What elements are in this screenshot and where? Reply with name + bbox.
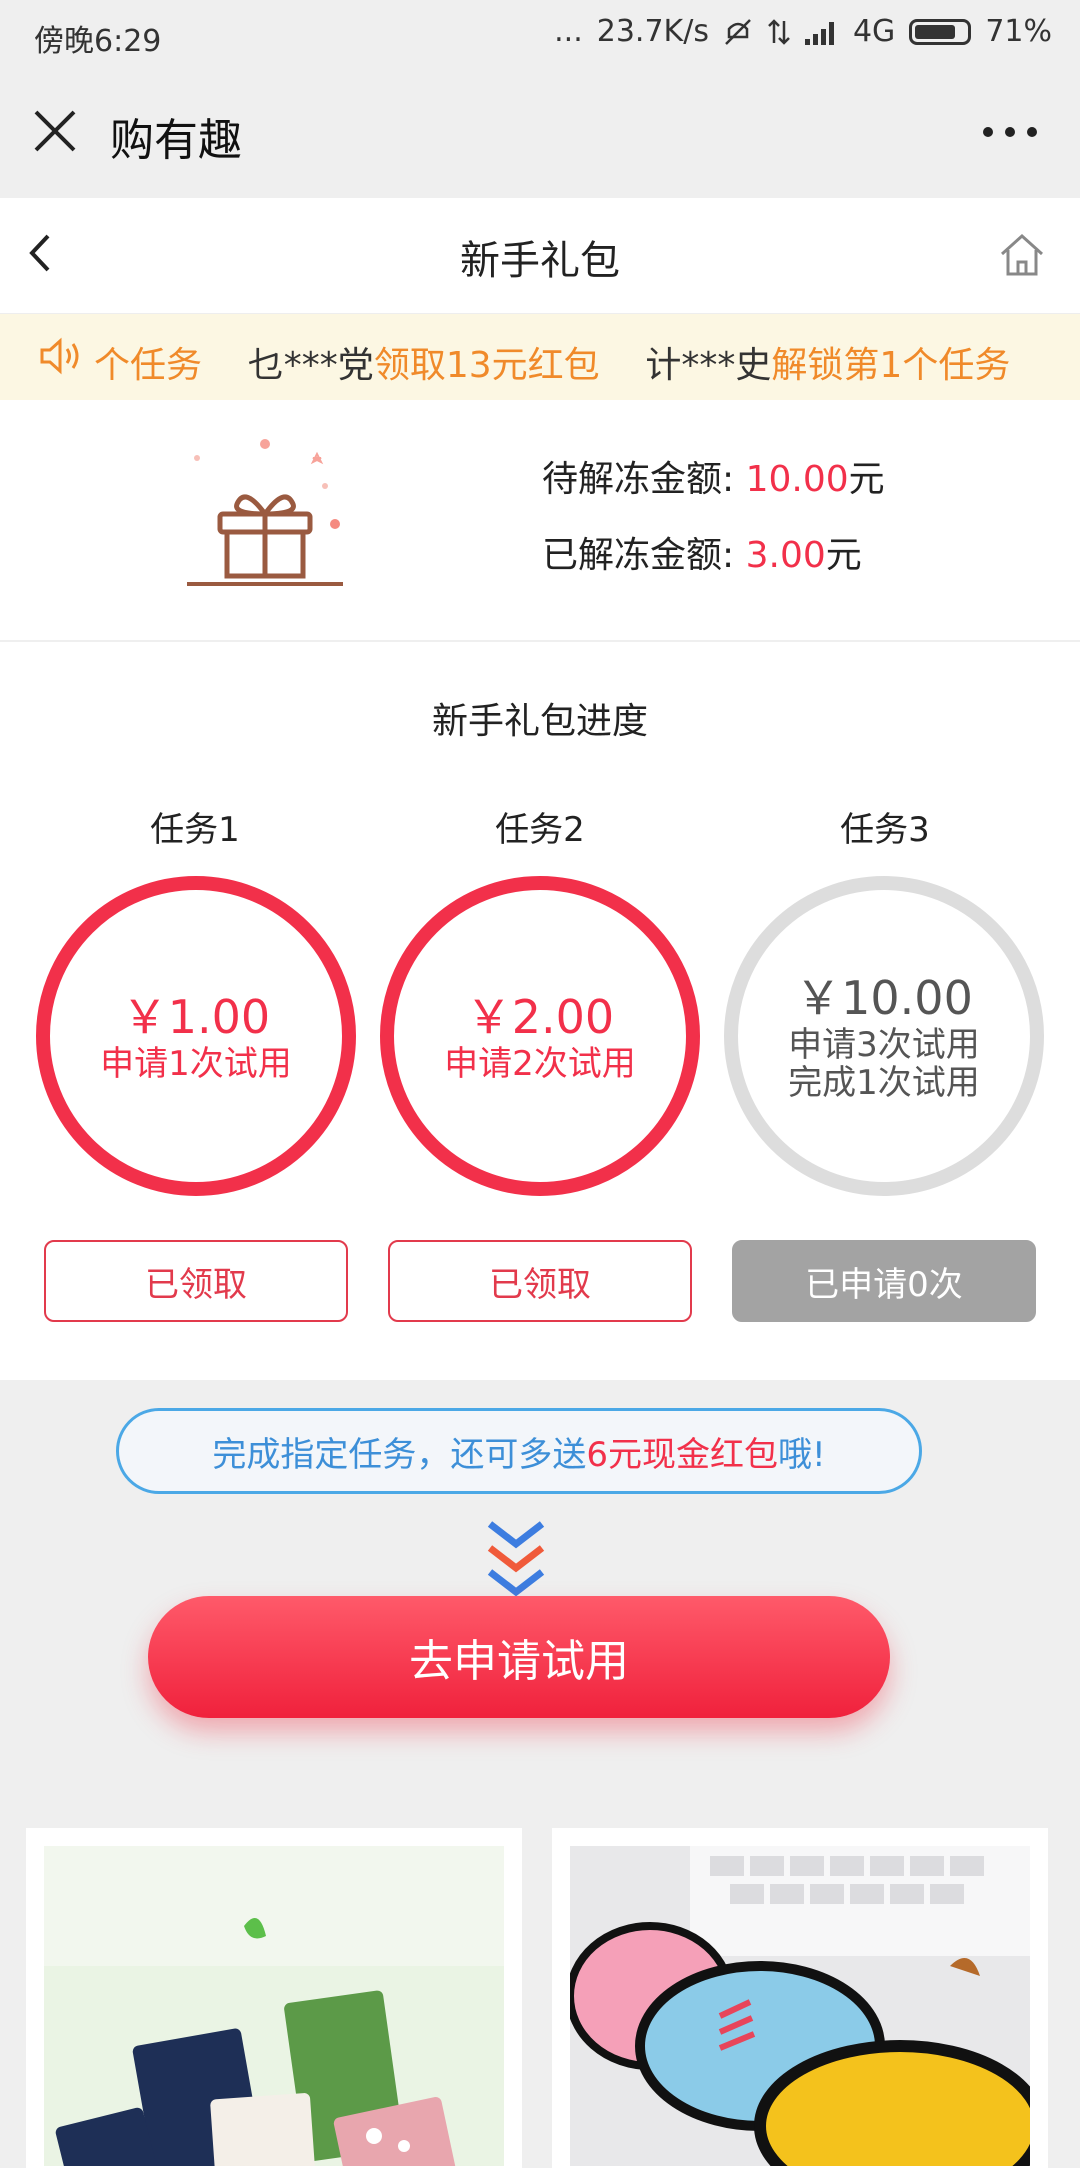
task-amount: ￥2.00 [465,990,615,1044]
task-2-ring: ￥2.00 申请2次试用 [380,876,700,1196]
task-1-button[interactable]: 已领取 [44,1240,348,1322]
marquee-user-1: 乜***党 [247,345,374,386]
pending-label: 待解冻金额: [542,459,735,500]
unlocked-value: 3.00 [745,535,826,576]
battery-icon [909,18,972,45]
signal-icon [804,21,834,45]
unlocked-unit: 元 [825,535,862,576]
task-3: 任务3 [720,802,1050,851]
task-desc: 申请1次试用 [100,1044,292,1084]
network-type: 4G [852,14,896,49]
bonus-suffix: 哦! [778,1434,826,1475]
task-1: 任务1 [30,802,360,851]
task-3-ring: ￥10.00 申请3次试用 完成1次试用 [724,876,1044,1196]
product-image-eye-masks[interactable] [570,1846,1030,2166]
unlocked-label: 已解冻金额: [542,535,735,576]
pending-unit: 元 [848,459,885,500]
bonus-prefix: 完成指定任务，还可多送 [212,1434,587,1475]
home-icon[interactable] [996,228,1048,280]
battery-percent: 71% [985,14,1052,49]
task-2-button[interactable]: 已领取 [388,1240,692,1322]
pending-amount-row: 待解冻金额: 10.00元 [542,450,885,502]
product-card-2[interactable] [552,1828,1048,2168]
task-desc: 申请2次试用 [444,1044,636,1084]
status-bar: 傍晚6:29 ... 23.7K/s 4G 71% [0,0,1080,66]
task-2: 任务2 [375,802,705,851]
wechat-title-bar: 购有趣 [0,66,1080,198]
task-amount: ￥10.00 [795,971,973,1025]
task-label: 任务3 [840,810,930,850]
gift-icon [187,439,343,586]
progress-title: 新手礼包进度 [431,701,648,742]
mute-icon [725,18,751,45]
apply-trial-button[interactable]: 去申请试用 [148,1596,890,1718]
marquee-action-1: 领取13元红包 [373,345,600,386]
app-title: 购有趣 [110,115,242,166]
task-desc-2: 完成1次试用 [788,1063,980,1103]
task-1-ring: ￥1.00 申请1次试用 [36,876,356,1196]
amount-section: 待解冻金额: 10.00元 已解冻金额: 3.00元 [0,400,1080,640]
bonus-banner: 完成指定任务，还可多送 6元现金红包 哦! [116,1408,922,1494]
marquee-action-2: 解锁第1个任务 [771,345,1011,386]
task-3-button[interactable]: 已申请0次 [732,1240,1036,1322]
status-right: ... 23.7K/s 4G 71% [554,14,1052,49]
task-label: 任务1 [150,810,240,850]
pending-value: 10.00 [745,459,849,500]
status-dots: ... [554,14,583,49]
status-time: 傍晚6:29 [34,24,162,59]
product-card-1[interactable] [26,1828,522,2168]
marquee-seg1: 个任务 [94,345,203,386]
more-icon[interactable] [980,122,1040,142]
marquee-user-2: 计***史 [645,345,772,386]
page-header: 新手礼包 [0,198,1080,314]
marquee-text: 个任务 乜***党领取13元红包 计***史解锁第1个任务 [94,336,1010,388]
task-amount: ￥1.00 [121,990,271,1044]
task-desc: 申请3次试用 [788,1025,980,1065]
speaker-icon [40,337,79,375]
task-label: 任务2 [495,810,585,850]
bonus-highlight: 6元现金红包 [586,1434,778,1475]
progress-section: 新手礼包进度 任务1 ￥1.00 申请1次试用 已领取 任务2 ￥2.00 申请… [0,642,1080,1380]
unlocked-amount-row: 已解冻金额: 3.00元 [542,526,862,578]
data-transfer-icon [768,18,790,45]
product-image-passport-covers[interactable] [44,1846,504,2166]
page-title: 新手礼包 [460,238,620,284]
close-icon[interactable] [30,106,80,156]
notice-marquee: 个任务 乜***党领取13元红包 计***史解锁第1个任务 [0,314,1080,400]
network-speed: 23.7K/s [596,14,709,49]
